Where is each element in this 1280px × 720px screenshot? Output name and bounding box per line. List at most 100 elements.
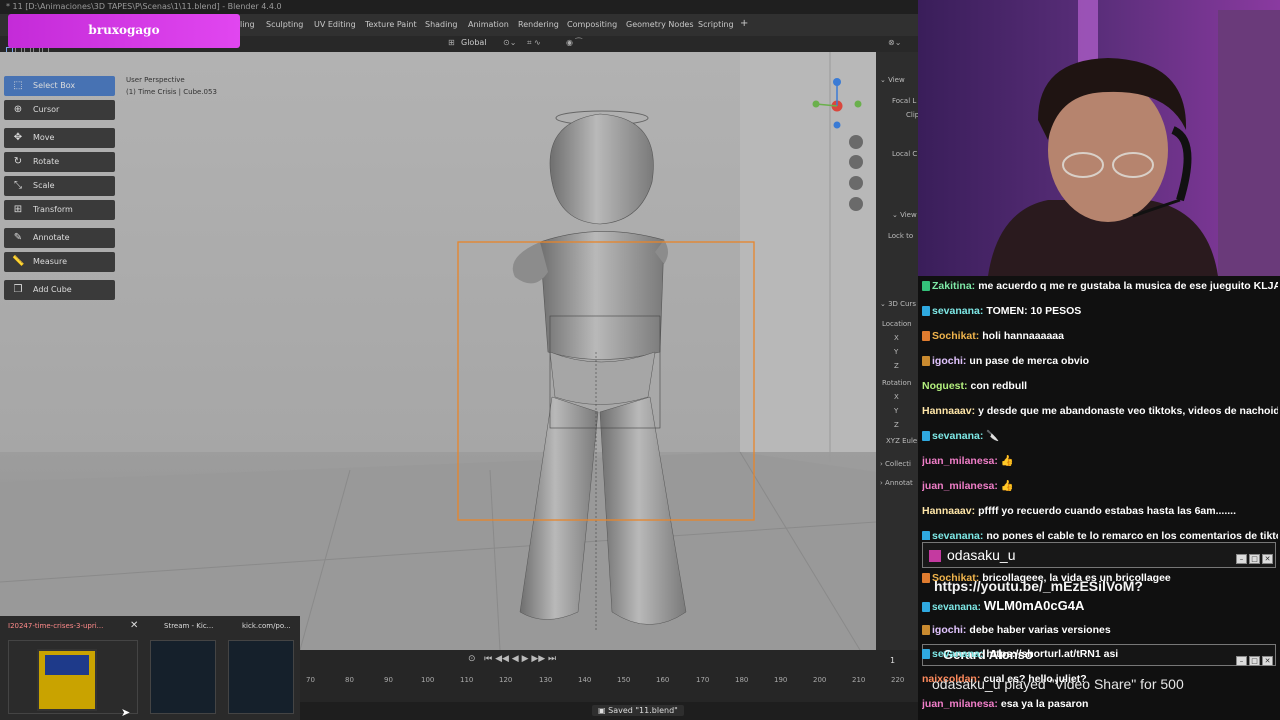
frame-tick: 220 — [891, 676, 905, 684]
frame-tick: 210 — [852, 676, 866, 684]
streamer-name: bruxogago — [88, 23, 160, 37]
3d-viewport[interactable]: User Perspective (1) Time Crisis | Cube.… — [0, 52, 876, 650]
window-title: * 11 [D:\Animaciones\3D TAPES\P\Scenas\1… — [0, 0, 918, 14]
tab-rendering[interactable]: Rendering — [518, 20, 559, 29]
avatar-icon — [929, 550, 941, 563]
chat-message: juan_milanesa: esa ya la pasaron — [922, 698, 1089, 710]
tool-cursor[interactable]: ⊕ Cursor — [4, 100, 115, 120]
tab-sculpting[interactable]: Sculpting — [266, 20, 303, 29]
frame-tick: 110 — [460, 676, 474, 684]
frame-tick: 150 — [617, 676, 631, 684]
alert-link[interactable]: https://youtu.be/_mEzESilVoM? — [934, 578, 1143, 594]
tab-scripting[interactable]: Scripting — [698, 20, 734, 29]
panel-collection-header[interactable]: › Collecti — [880, 460, 911, 468]
alert-message: odasaku_u played "Video Share" for 500 — [932, 676, 1184, 692]
tool-add-cube[interactable]: ❒ Add Cube — [4, 280, 115, 300]
frame-tick: 100 — [421, 676, 435, 684]
panel-3d-cursor-header[interactable]: ⌄ 3D Curs — [880, 300, 916, 308]
move-icon: ✥ — [13, 132, 23, 143]
chat-message: igochi: un pase de merca obvio — [922, 351, 1278, 375]
rotation-mode-dropdown[interactable]: XYZ Eule — [886, 437, 917, 445]
select-box-icon: ⬚ — [13, 80, 23, 91]
focal-length-label: Focal L — [892, 97, 917, 105]
tab-geometry-nodes[interactable]: Geometry Nodes — [626, 20, 693, 29]
preview-thumbnail — [228, 640, 294, 714]
sidebar-properties: ⌄ View Focal L Clip Local C ⌄ View Lock … — [876, 52, 918, 650]
lock-to-label: Lock to — [888, 232, 914, 240]
chat-badge-icon — [922, 281, 930, 292]
stream-chat: Zakitina: me acuerdo q me re gustaba la m… — [918, 276, 1280, 720]
clip-label: Clip — [906, 111, 918, 119]
rotation-x-label: X — [894, 393, 899, 401]
chat-message: sevanana: no pones el cable te lo remarco… — [922, 526, 1278, 540]
preview-window-3[interactable]: kick.com/po... — [224, 618, 298, 718]
alert-window-buttons[interactable]: – □ ✕ — [1234, 546, 1273, 565]
preview-thumbnail — [8, 640, 138, 714]
add-workspace-button[interactable]: + — [740, 18, 748, 29]
rotate-icon: ↻ — [13, 156, 23, 167]
tool-rotate[interactable]: ↻ Rotate — [4, 152, 115, 172]
rotation-label: Rotation — [882, 379, 912, 387]
emote-icon: 👍 — [1000, 455, 1014, 467]
panel-annotations-header[interactable]: › Annotat — [880, 479, 913, 487]
minimize-icon: – — [1236, 554, 1247, 564]
tab-compositing[interactable]: Compositing — [567, 20, 617, 29]
snap-icon[interactable]: ⌗ ∿ — [527, 38, 541, 48]
current-frame-field[interactable]: 1 — [890, 656, 895, 665]
maximize-icon: □ — [1249, 554, 1260, 564]
chat-badge-icon — [922, 306, 930, 317]
mouse-cursor-icon: ➤ — [121, 706, 131, 719]
chat-badge-icon — [922, 531, 930, 540]
pivot-icon[interactable]: ⊙⌄ — [503, 38, 516, 47]
measure-icon: 📏 — [12, 256, 25, 267]
tool-select-box[interactable]: ⬚ Select Box — [4, 76, 115, 96]
visibility-icon[interactable]: ⊗⌄ — [888, 38, 901, 47]
chat-badge-icon — [922, 331, 930, 342]
tool-move[interactable]: ✥ Move — [4, 128, 115, 148]
close-icon: ✕ — [1262, 554, 1273, 564]
location-y-label: Y — [894, 348, 899, 356]
chat-badge-icon — [922, 431, 930, 442]
tab-animation[interactable]: Animation — [468, 20, 509, 29]
side-wall — [740, 52, 876, 472]
tool-annotate[interactable]: ✎ Annotate — [4, 228, 115, 248]
orientation-dropdown[interactable]: Global — [461, 38, 487, 47]
panel-view-header[interactable]: ⌄ View — [880, 76, 905, 84]
tab-shading[interactable]: Shading — [425, 20, 458, 29]
save-icon: ▣ — [598, 706, 609, 715]
webcam-feed — [918, 0, 1280, 276]
frame-tick: 120 — [499, 676, 513, 684]
blender-window: * 11 [D:\Animaciones\3D TAPES\P\Scenas\1… — [0, 0, 918, 720]
chat-message: Hannaaav: pffff yo recuerdo cuando estaba… — [922, 505, 1237, 517]
streamer-name-badge: bruxogago — [8, 14, 240, 48]
tool-scale[interactable]: ⤡ Scale — [4, 176, 115, 196]
preview-window-2[interactable]: Stream - Kic... — [146, 618, 220, 718]
panel-view-lock-header[interactable]: ⌄ View — [892, 211, 917, 219]
chat-message: igochi: debe haber varias versiones — [922, 620, 1278, 644]
annotate-icon: ✎ — [13, 232, 23, 243]
add-cube-icon: ❒ — [13, 284, 23, 295]
chat-message: juan_milanesa: 👍 — [922, 480, 1014, 492]
taskbar-previews: I20247-time-crises-3-upri... ✕ Stream - … — [0, 616, 300, 720]
rotation-y-label: Y — [894, 407, 899, 415]
chat-badge-icon — [922, 573, 930, 584]
transform-orientation-icon: ⊞ — [448, 38, 455, 47]
preview-window-1[interactable]: I20247-time-crises-3-upri... ✕ — [4, 618, 142, 718]
chat-badge-icon — [922, 601, 930, 612]
frame-tick: 160 — [656, 676, 670, 684]
frame-tick: 70 — [306, 676, 315, 684]
frame-tick: 140 — [578, 676, 592, 684]
proportional-edit-icon[interactable]: ◉ ⁀ — [566, 38, 582, 47]
tab-layout-partial[interactable]: ling — [240, 20, 255, 29]
emote-icon: 🔪 — [986, 430, 1000, 442]
frame-tick: 180 — [735, 676, 749, 684]
saved-notification: ▣ Saved "11.blend" — [592, 705, 684, 716]
tab-uv-editing[interactable]: UV Editing — [314, 20, 356, 29]
playback-controls[interactable]: ⊙ ⏮ ◀◀ ◀ ▶ ▶▶ ⏭ — [468, 654, 556, 664]
perspective-label: User Perspective — [126, 76, 185, 84]
close-icon[interactable]: ✕ — [130, 620, 138, 631]
frame-tick: 170 — [696, 676, 710, 684]
tool-measure[interactable]: 📏 Measure — [4, 252, 115, 272]
tool-transform[interactable]: ⊞ Transform — [4, 200, 115, 220]
tab-texture-paint[interactable]: Texture Paint — [365, 20, 417, 29]
